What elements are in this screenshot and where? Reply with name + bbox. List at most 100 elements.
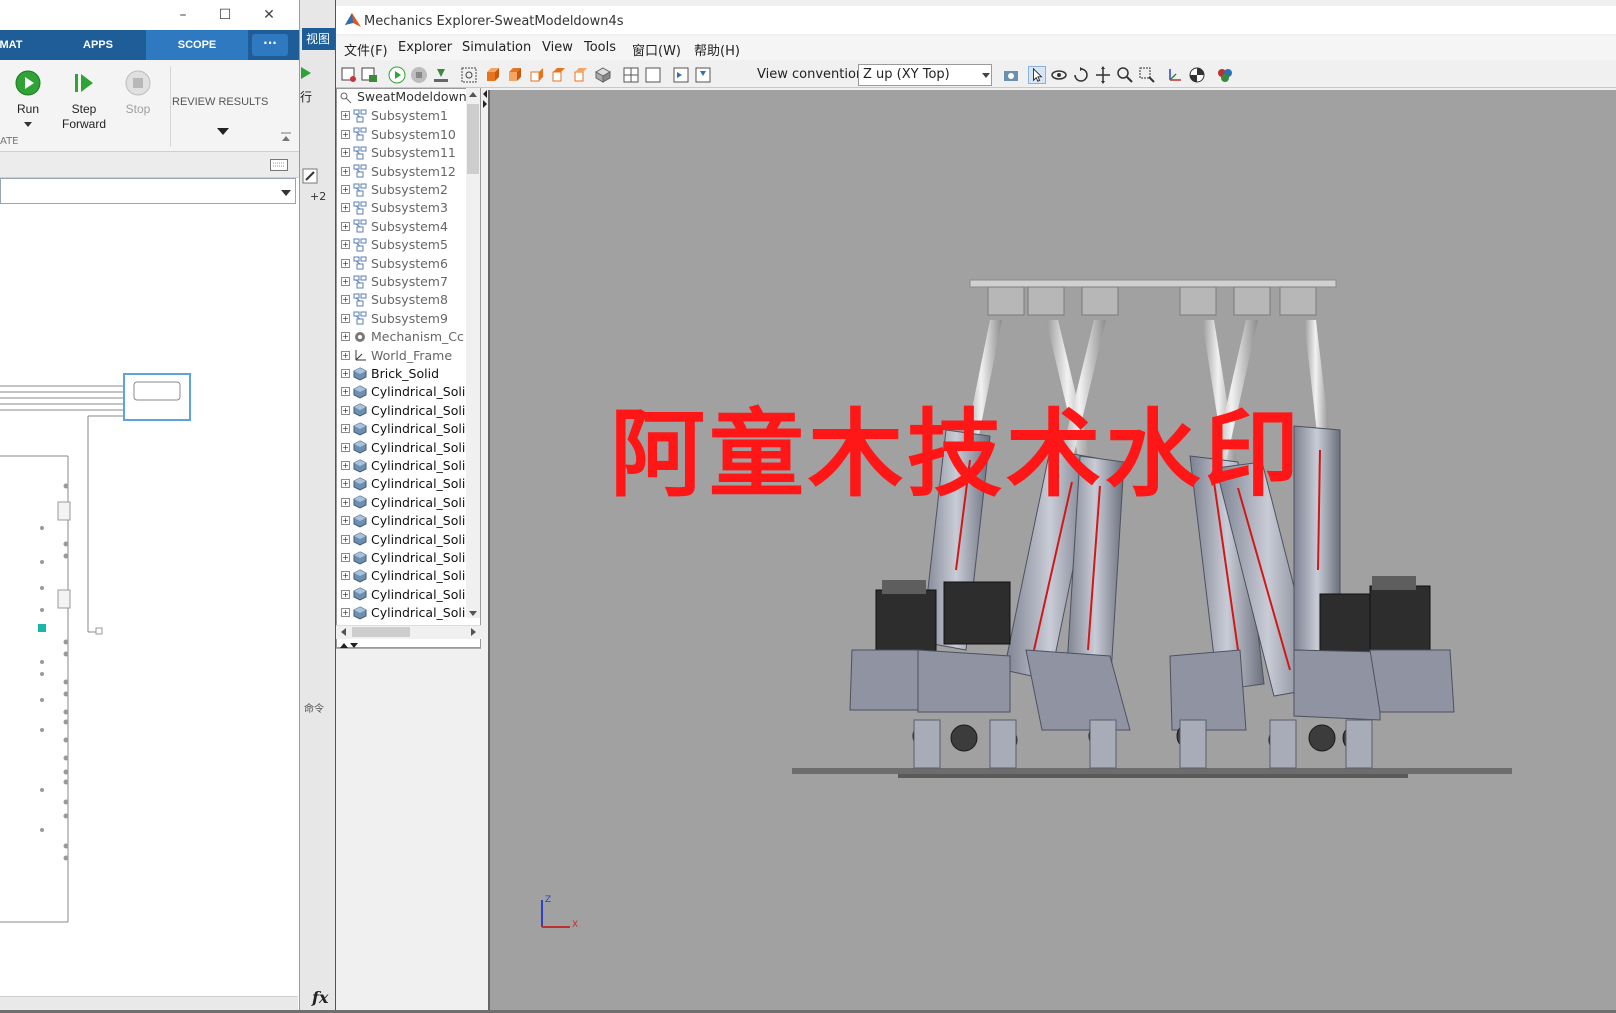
- collapse-ribbon-icon[interactable]: [280, 132, 292, 142]
- run-dropdown-icon[interactable]: [24, 122, 32, 127]
- expand-icon[interactable]: +: [341, 185, 350, 194]
- expand-icon[interactable]: +: [341, 258, 350, 268]
- model-path-combo[interactable]: [0, 178, 296, 204]
- expand-icon[interactable]: +: [341, 332, 350, 342]
- minimize-button[interactable]: –: [168, 4, 198, 26]
- scroll-right-icon[interactable]: [470, 628, 478, 636]
- expand-icon[interactable]: +: [341, 424, 350, 434]
- tree-item-solid[interactable]: + Cylindrical_Soli: [341, 494, 480, 513]
- run-icon[interactable]: [300, 66, 312, 80]
- back-view-icon[interactable]: [506, 66, 524, 84]
- tree-item-frame[interactable]: + World_Frame: [341, 347, 480, 366]
- review-results-dropdown-icon[interactable]: [217, 128, 229, 135]
- expand-icon[interactable]: +: [341, 571, 350, 581]
- isometric-view-icon[interactable]: [594, 66, 612, 84]
- tree-item-solid[interactable]: + Cylindrical_Soli: [341, 383, 480, 402]
- tree-item-subsystem[interactable]: + Subsystem3: [341, 199, 480, 218]
- expand-icon[interactable]: +: [341, 313, 350, 323]
- expand-icon[interactable]: +: [341, 295, 350, 305]
- expand-icon[interactable]: +: [341, 534, 350, 544]
- single-view-layout-icon[interactable]: [644, 66, 662, 84]
- tree-item-subsystem[interactable]: + Subsystem1: [341, 107, 480, 126]
- rotate-icon[interactable]: [1050, 66, 1068, 84]
- roll-icon[interactable]: [1072, 66, 1090, 84]
- tree-item-subsystem[interactable]: + Subsystem10: [341, 126, 480, 145]
- stop-button[interactable]: Stop: [110, 66, 166, 146]
- menu-simulation[interactable]: Simulation: [462, 40, 531, 55]
- view-tab[interactable]: 视图: [302, 28, 338, 50]
- menu-window[interactable]: 窗口(W): [632, 40, 681, 59]
- split-down-icon[interactable]: [694, 66, 712, 84]
- scroll-down-icon[interactable]: [469, 610, 477, 618]
- tree-item-solid[interactable]: + Cylindrical_Soli: [341, 420, 480, 439]
- tree-item-solid[interactable]: + Cylindrical_Soli: [341, 549, 480, 568]
- color-settings-icon[interactable]: [1216, 66, 1234, 84]
- keyboard-icon[interactable]: [270, 159, 288, 171]
- expand-icon[interactable]: +: [341, 369, 350, 378]
- tree-item-subsystem[interactable]: + Subsystem8: [341, 291, 480, 310]
- scroll-up-icon[interactable]: [469, 90, 477, 98]
- fit-to-view-icon[interactable]: [460, 66, 478, 84]
- tree-item-mechanism[interactable]: + Mechanism_Cc: [341, 328, 480, 347]
- expand-icon[interactable]: +: [341, 277, 350, 286]
- expand-icon[interactable]: +: [341, 221, 350, 231]
- tree-horizontal-scroll-thumb[interactable]: [352, 627, 410, 637]
- tree-item-solid[interactable]: + Cylindrical_Soli: [341, 457, 480, 476]
- left-view-icon[interactable]: [528, 66, 546, 84]
- edit-icon[interactable]: [302, 168, 318, 184]
- run-button[interactable]: Run: [0, 66, 56, 146]
- expand-icon[interactable]: +: [341, 405, 350, 415]
- chevron-down-icon[interactable]: [982, 73, 990, 78]
- camera-icon[interactable]: [1002, 66, 1020, 84]
- model-canvas[interactable]: [0, 206, 298, 996]
- play-icon[interactable]: [388, 66, 406, 84]
- tab-scope[interactable]: SCOPE: [146, 30, 248, 60]
- menu-tools[interactable]: Tools: [584, 40, 616, 55]
- 3d-viewport[interactable]: 阿童木技术水印 Z X: [488, 90, 1616, 1010]
- tree-item-subsystem[interactable]: + Subsystem5: [341, 236, 480, 255]
- expand-icon[interactable]: +: [341, 129, 350, 139]
- menu-explorer[interactable]: Explorer: [398, 40, 452, 55]
- more-tabs-button[interactable]: ···: [252, 34, 288, 56]
- front-view-icon[interactable]: [484, 66, 502, 84]
- tree-item-subsystem[interactable]: + Subsystem12: [341, 163, 480, 182]
- tree-item-subsystem[interactable]: + Subsystem6: [341, 255, 480, 274]
- tree-item-solid[interactable]: + Cylindrical_Soli: [341, 531, 480, 550]
- tree-item-solid[interactable]: + Cylindrical_Soli: [341, 402, 480, 421]
- tree-item-solid[interactable]: + Cylindrical_Soli: [341, 586, 480, 605]
- step-forward-button[interactable]: Step Forward: [56, 66, 112, 146]
- zoom-icon[interactable]: [1116, 66, 1134, 84]
- expand-icon[interactable]: +: [341, 608, 350, 618]
- tab-format[interactable]: MAT: [0, 30, 26, 60]
- top-view-icon[interactable]: [572, 66, 590, 84]
- tree-item-solid[interactable]: + Cylindrical_Soli: [341, 439, 480, 458]
- tree-item-subsystem[interactable]: + Subsystem9: [341, 310, 480, 329]
- expand-icon[interactable]: +: [341, 350, 350, 360]
- expand-icon[interactable]: +: [341, 497, 350, 507]
- expand-icon[interactable]: +: [341, 479, 350, 489]
- expand-icon[interactable]: +: [341, 387, 350, 397]
- expand-icon[interactable]: +: [341, 111, 350, 121]
- view-convention-select[interactable]: Z up (XY Top): [858, 64, 992, 86]
- tree-item-subsystem[interactable]: + Subsystem11: [341, 144, 480, 163]
- four-view-layout-icon[interactable]: [622, 66, 640, 84]
- tree-item-solid[interactable]: + Brick_Solid: [341, 365, 480, 384]
- scroll-left-icon[interactable]: [339, 628, 347, 636]
- close-button[interactable]: ✕: [254, 4, 284, 26]
- expand-icon[interactable]: +: [341, 148, 350, 158]
- tree-item-subsystem[interactable]: + Subsystem7: [341, 273, 480, 292]
- split-right-icon[interactable]: [672, 66, 690, 84]
- expand-icon[interactable]: +: [341, 203, 350, 213]
- menu-view[interactable]: View: [542, 40, 573, 55]
- save-image-icon[interactable]: [340, 66, 358, 84]
- frames-icon[interactable]: [1166, 66, 1184, 84]
- expand-icon[interactable]: +: [341, 240, 350, 250]
- select-pointer-icon[interactable]: [1028, 66, 1046, 84]
- model-tree[interactable]: SweatModeldown + Subsystem1 + Subsystem10 + S…: [336, 88, 481, 648]
- expand-icon[interactable]: +: [341, 442, 350, 452]
- right-view-icon[interactable]: [550, 66, 568, 84]
- canvas-horizontal-scrollbar[interactable]: [0, 996, 298, 1010]
- menu-file[interactable]: 文件(F): [344, 40, 388, 59]
- stop-icon[interactable]: [410, 66, 428, 84]
- tree-item-solid[interactable]: + Cylindrical_Soli: [341, 512, 480, 531]
